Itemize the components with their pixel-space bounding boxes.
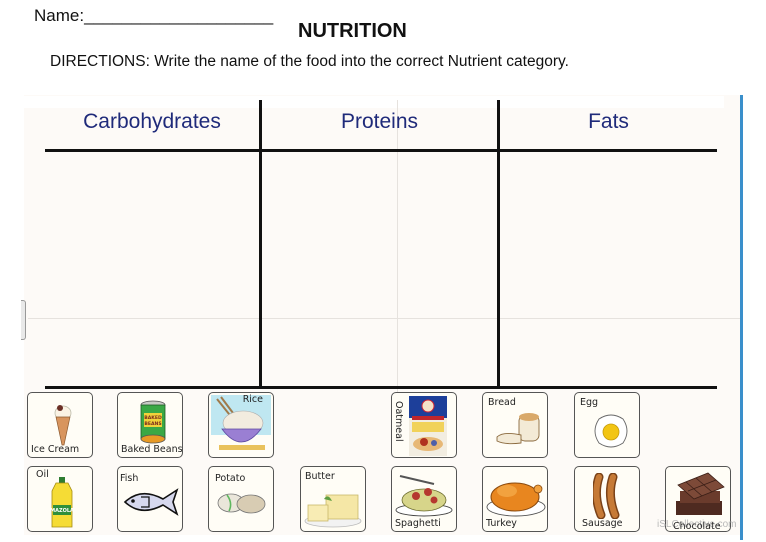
oil-bottle-icon: MAZOLA (50, 477, 74, 528)
food-label: Turkey (486, 518, 517, 529)
food-label: Bread (488, 397, 516, 408)
food-label: Rice (242, 394, 263, 405)
food-label: Potato (215, 473, 246, 484)
directions-text: DIRECTIONS: Write the name of the food i… (50, 53, 569, 70)
column-header-fats: Fats (588, 110, 629, 133)
food-card-sausage[interactable]: Sausage (574, 466, 640, 532)
svg-text:BAKED: BAKED (144, 415, 162, 421)
ice-cream-icon (54, 405, 72, 446)
column-divider (497, 100, 500, 388)
food-label: Spaghetti (395, 518, 441, 529)
butter-icon (304, 494, 362, 528)
food-card-bread[interactable]: Bread (482, 392, 548, 458)
right-edge-border (740, 95, 743, 540)
resize-handle[interactable] (21, 300, 26, 340)
food-label: Sausage (582, 518, 623, 529)
food-label: Oil (36, 469, 49, 480)
carbohydrates-answer-area[interactable] (45, 153, 258, 385)
fats-answer-area[interactable] (501, 153, 716, 385)
oatmeal-box-icon (409, 396, 447, 456)
svg-text:BEANS: BEANS (144, 421, 161, 427)
column-header-proteins: Proteins (340, 110, 419, 133)
food-label: Oatmeal (393, 401, 404, 442)
food-card-spaghetti[interactable]: Spaghetti (391, 466, 457, 532)
header-divider (45, 149, 717, 152)
proteins-answer-area[interactable] (263, 153, 496, 385)
food-card-ice-cream[interactable]: Ice Cream (27, 392, 93, 458)
spaghetti-icon (395, 475, 453, 517)
sheet-top-band (24, 96, 724, 108)
svg-text:MAZOLA: MAZOLA (50, 508, 74, 514)
food-label: Baked Beans (121, 444, 183, 455)
food-card-baked-beans[interactable]: BAKED BEANS Baked Beans (117, 392, 183, 458)
food-card-rice[interactable]: Rice (208, 392, 274, 458)
worksheet-title: NUTRITION (298, 20, 407, 42)
food-card-potato[interactable]: Potato (208, 466, 274, 532)
food-card-oil[interactable]: MAZOLA Oil (27, 466, 93, 532)
food-card-fish[interactable]: Fish (117, 466, 183, 532)
fish-icon (123, 488, 179, 516)
turkey-icon (486, 482, 546, 517)
sausage-icon (593, 473, 620, 519)
column-divider (259, 100, 262, 388)
food-label-chocolate: Chocolate (673, 521, 721, 532)
egg-icon (594, 414, 628, 448)
column-header-carbohydrates: Carbohydrates (83, 110, 221, 133)
rice-bowl-icon (211, 395, 271, 450)
food-label: Fish (120, 473, 139, 484)
potato-icon (217, 493, 266, 514)
food-card-butter[interactable]: Butter (300, 466, 366, 532)
food-card-oatmeal[interactable]: Oatmeal (391, 392, 457, 458)
food-label: Ice Cream (31, 444, 80, 455)
food-card-turkey[interactable]: Turkey (482, 466, 548, 532)
chocolate-icon (676, 472, 725, 515)
bread-icon (496, 413, 540, 445)
food-label: Egg (580, 397, 599, 408)
baked-beans-can-icon: BAKED BEANS (140, 400, 166, 444)
food-card-egg[interactable]: Egg (574, 392, 640, 458)
table-bottom-border (45, 386, 717, 389)
food-label: Butter (305, 471, 335, 482)
name-field-label[interactable]: Name:____________________ (34, 6, 273, 26)
